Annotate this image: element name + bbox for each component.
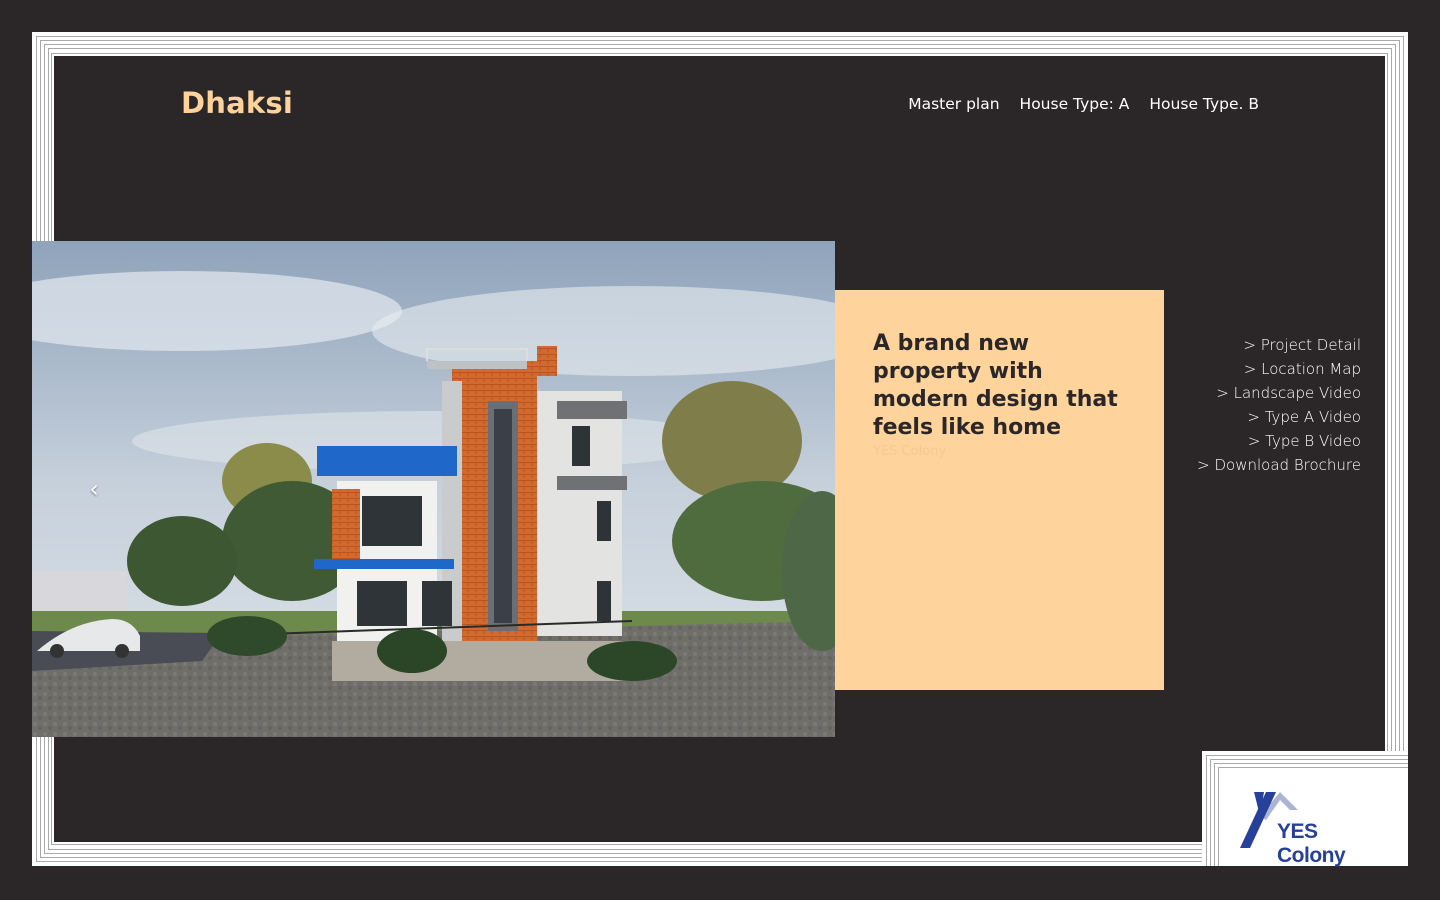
side-links: > Project Detail > Location Map > Landsc… bbox=[1197, 333, 1361, 477]
link-landscape-video[interactable]: > Landscape Video bbox=[1197, 381, 1361, 405]
logo-text: YES Colony bbox=[1277, 820, 1346, 867]
link-project-detail[interactable]: > Project Detail bbox=[1197, 333, 1361, 357]
site-title[interactable]: Dhaksi bbox=[181, 86, 293, 120]
nav-house-type-b[interactable]: House Type. B bbox=[1149, 95, 1259, 113]
nav-house-type-a[interactable]: House Type: A bbox=[1020, 95, 1130, 113]
chevron-left-icon[interactable]: ‹ bbox=[84, 476, 104, 502]
link-type-b-video[interactable]: > Type B Video bbox=[1197, 429, 1361, 453]
caption-heading: A brand new property with modern design … bbox=[873, 331, 1118, 440]
house-render-image bbox=[32, 241, 835, 737]
link-type-a-video[interactable]: > Type A Video bbox=[1197, 405, 1361, 429]
caption-box: A brand new property with modern design … bbox=[835, 290, 1164, 690]
nav-master-plan[interactable]: Master plan bbox=[908, 95, 999, 113]
yes-colony-logo[interactable]: YES Colony bbox=[1240, 790, 1390, 867]
hero-slider-image[interactable] bbox=[32, 241, 835, 737]
caption-subtext: YES Colony bbox=[873, 444, 947, 459]
link-location-map[interactable]: > Location Map bbox=[1197, 357, 1361, 381]
top-nav: Master plan House Type: A House Type. B bbox=[908, 95, 1259, 113]
link-download-brochure[interactable]: > Download Brochure bbox=[1197, 453, 1361, 477]
